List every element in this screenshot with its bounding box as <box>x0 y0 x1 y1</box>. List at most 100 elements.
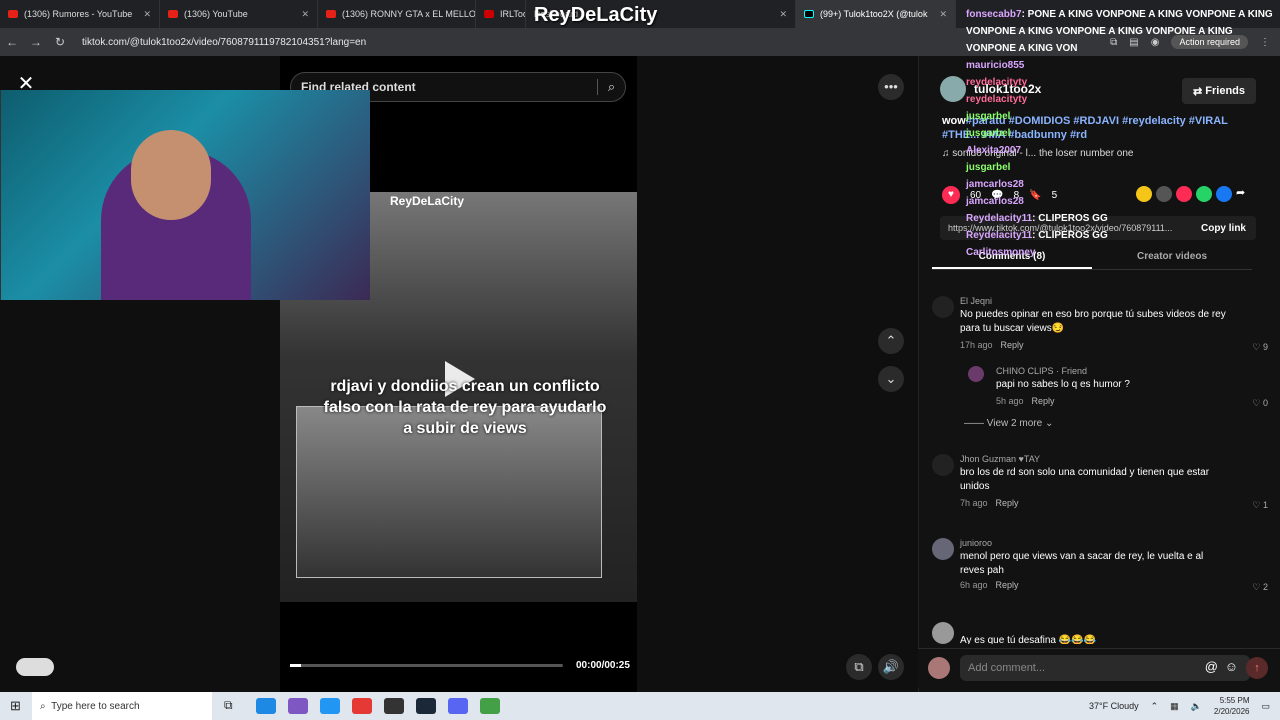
browser-tab[interactable]: IRLTooll <box>476 0 526 28</box>
chevron-up-icon[interactable]: ⌃ <box>878 328 904 354</box>
avatar[interactable] <box>932 538 954 560</box>
add-comment-bar: Add comment... @ ☺ ↑ <box>918 648 1280 688</box>
browser-tab[interactable]: (1306) YouTube ✕ <box>160 0 318 28</box>
avatar[interactable] <box>932 296 954 318</box>
comment-item: junioroo menol pero que views van a saca… <box>932 538 1268 596</box>
back-icon[interactable]: ← <box>0 35 24 49</box>
view-more-replies[interactable]: —— View 2 more ⌄ <box>964 418 1053 429</box>
comment-meta: 17h ago Reply <box>960 340 1024 350</box>
webcam-overlay <box>0 90 370 300</box>
browser-tab[interactable]: (1306) Rumores - YouTube ✕ <box>0 0 160 28</box>
youtube-icon <box>8 10 18 18</box>
edge-icon[interactable] <box>256 698 276 714</box>
comment-username[interactable]: junioroo <box>960 538 992 548</box>
video-progress-fill <box>290 664 301 667</box>
comment-likes[interactable]: ♡ 0 <box>1252 398 1268 409</box>
chat-message: jusgarbel <box>966 162 1011 173</box>
chevron-up-icon[interactable]: ⌃ <box>1151 701 1159 712</box>
pip-icon[interactable]: ⧉ <box>846 654 872 680</box>
mention-icon[interactable]: @ <box>1205 659 1218 674</box>
close-tab-icon[interactable]: ✕ <box>293 9 309 20</box>
search-icon: ⌕ <box>40 700 52 712</box>
comment-item: Ay es que tú desafina 😂😂😂 <box>932 622 1268 644</box>
avatar[interactable] <box>940 76 966 102</box>
youtube-icon <box>326 10 336 18</box>
avatar[interactable] <box>932 454 954 476</box>
notification-icon[interactable]: ▭ <box>1261 701 1270 712</box>
heart-icon[interactable]: ♥ <box>942 186 960 204</box>
chat-message: Reydelacity11: CLIPEROS GG <box>966 230 1108 241</box>
avatar[interactable] <box>932 622 954 644</box>
browser-tab[interactable]: (1306) RONNY GTA x EL MELLO✕ <box>318 0 476 28</box>
comment-likes[interactable]: ♡ 1 <box>1252 500 1268 511</box>
volume-icon[interactable]: 🔊 <box>878 654 904 680</box>
video-caption: rdjavi y dondiios crean un conflicto fal… <box>323 378 607 437</box>
taskbar-search[interactable]: ⌕ Type here to search <box>32 692 212 720</box>
windows-start-icon[interactable]: ⊞ <box>10 698 21 714</box>
close-tab-icon[interactable]: ✕ <box>135 9 151 20</box>
video-progress-bar[interactable] <box>290 664 563 667</box>
chat-message: Carlitosmoney <box>966 247 1036 258</box>
discord-icon[interactable] <box>448 698 468 714</box>
comment-text: bro los de rd son solo una comunidad y t… <box>960 467 1210 492</box>
steam-icon[interactable] <box>416 698 436 714</box>
music-note-icon: ♫ <box>942 148 953 159</box>
browser-tab-active[interactable]: (99+) Tulok1too2X (@tulok ✕ <box>796 0 956 28</box>
reply-button[interactable]: Reply <box>996 580 1019 590</box>
reply-button[interactable]: Reply <box>1032 396 1055 406</box>
stream-toggle[interactable] <box>16 658 54 676</box>
comment-text: Ay es que tú desafina 😂😂😂 <box>960 635 1097 644</box>
comment-likes[interactable]: ♡ 2 <box>1252 582 1268 593</box>
close-tab-icon[interactable]: ✕ <box>931 9 947 20</box>
clock[interactable]: 5:55 PM 2/20/2026 <box>1214 695 1250 717</box>
chat-message: reydelacityty <box>966 77 1028 88</box>
video-watermark: ReyDeLaCity <box>390 194 465 208</box>
comment-username[interactable]: Jhon Guzman ♥TAY <box>960 454 1040 464</box>
comment-likes[interactable]: ♡ 9 <box>1252 342 1268 353</box>
system-tray: 37°F Cloudy ⌃ ▦ 🔈 5:55 PM 2/20/2026 ▭ <box>1089 692 1270 720</box>
volume-icon[interactable]: 🔈 <box>1191 701 1202 712</box>
tiktok-icon <box>804 10 814 18</box>
search-icon[interactable]: ⌕ <box>597 79 625 95</box>
stream-brand-logo: ReyDeLaCity <box>534 4 658 26</box>
close-tab-icon[interactable]: ✕ <box>771 9 787 20</box>
reply-button[interactable]: Reply <box>1001 340 1024 350</box>
reply-button[interactable]: Reply <box>996 498 1019 508</box>
avatar[interactable] <box>968 366 984 382</box>
comment-username[interactable]: CHINO CLIPS · Friend <box>996 366 1087 376</box>
chat-message: fonsecabb7: PONE A KING VONPONE A KING V… <box>966 9 1273 54</box>
chrome-icon[interactable] <box>352 698 372 714</box>
reload-icon[interactable]: ↻ <box>48 35 72 49</box>
more-options-icon[interactable]: ••• <box>878 74 904 100</box>
send-comment-button[interactable]: ↑ <box>1246 657 1268 679</box>
comment-username[interactable]: El Jeqni <box>960 296 992 306</box>
copilot-icon[interactable] <box>288 698 308 714</box>
chevron-down-icon[interactable]: ⌄ <box>878 366 904 392</box>
comment-text: menol pero que views van a sacar de rey,… <box>960 551 1204 576</box>
chat-message: jusgarbel <box>966 111 1011 122</box>
chat-message: jamcarlos28 <box>966 196 1024 207</box>
chat-message: jamcarlos28 <box>966 179 1024 190</box>
chat-message: reydelacityty <box>966 94 1028 105</box>
emoji-icon[interactable]: ☺ <box>1225 659 1238 674</box>
comment-meta: 6h ago Reply <box>960 580 1019 590</box>
comment-meta: 5h ago Reply <box>996 396 1055 406</box>
task-view-icon[interactable]: ⧉ <box>224 698 244 714</box>
comment-text: No puedes opinar en eso bro porque tú su… <box>960 309 1226 334</box>
obs-icon[interactable] <box>384 698 404 714</box>
chat-message: Alexita2007 <box>966 145 1022 156</box>
file-explorer-icon[interactable] <box>320 698 340 714</box>
forward-icon[interactable]: → <box>24 35 48 49</box>
avatar <box>928 657 950 679</box>
chat-message: mauricio855 <box>966 60 1025 71</box>
weather-widget[interactable]: 37°F Cloudy <box>1089 701 1139 711</box>
url-field[interactable]: tiktok.com/@tulok1too2x/video/7608791119… <box>82 37 366 48</box>
comment-meta: 7h ago Reply <box>960 498 1019 508</box>
comment-text: papi no sabes lo q es humor ? <box>996 379 1130 390</box>
video-time: 00:00/00:25 <box>576 660 630 671</box>
comment-reply: CHINO CLIPS · Friend papi no sabes lo q … <box>968 366 1268 410</box>
youtube-icon <box>168 10 178 18</box>
chrome-alt-icon[interactable] <box>480 698 500 714</box>
network-icon[interactable]: ▦ <box>1170 701 1179 712</box>
stream-chat-overlay: fonsecabb7: PONE A KING VONPONE A KING V… <box>966 6 1280 261</box>
